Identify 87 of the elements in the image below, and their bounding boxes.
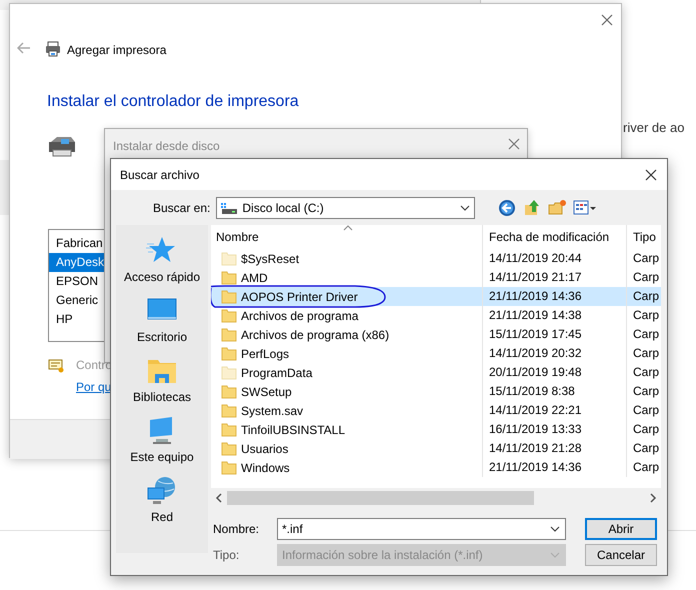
file-row[interactable]: $SysReset 14/11/2019 20:44 Carp [211, 249, 661, 268]
new-folder-button[interactable] [548, 199, 566, 217]
chevron-down-icon [550, 552, 560, 558]
close-button[interactable] [600, 13, 614, 27]
certificate-icon [48, 359, 64, 373]
table-cell: 20/11/2019 19:48 [482, 363, 626, 382]
back-button[interactable] [498, 199, 516, 217]
table-cell: Carp [626, 325, 661, 344]
table-cell-text: ProgramData [241, 364, 312, 382]
window-title: Instalar desde disco [113, 138, 220, 155]
table-cell: Carp [626, 249, 661, 268]
window-title: Agregar impresora [67, 42, 166, 59]
table-cell: 21/11/2019 14:36 [482, 458, 626, 477]
page-heading: Instalar el controlador de impresora [47, 92, 299, 112]
table-cell: Carp [626, 401, 661, 420]
table-cell: Carp [626, 458, 661, 477]
table-cell: 14/11/2019 20:32 [482, 344, 626, 363]
file-row[interactable]: SWSetup 15/11/2019 8:38 Carp [211, 382, 661, 401]
table-cell-text: System.sav [241, 402, 304, 420]
field-label: Nombre: [212, 521, 260, 538]
table-cell: Carp [626, 344, 661, 363]
table-cell: Carp [626, 420, 661, 439]
chevron-down-icon [550, 526, 560, 532]
table-cell: 14/11/2019 20:44 [482, 249, 626, 268]
file-row[interactable]: AOPOS Printer Driver 21/11/2019 14:36 Carp [211, 287, 661, 306]
file-row[interactable]: ProgramData 20/11/2019 19:48 Carp [211, 363, 661, 382]
dialog-button[interactable]: Abrir [585, 518, 657, 540]
up-folder-button[interactable] [523, 199, 542, 217]
list-item[interactable]: HP [49, 310, 107, 329]
dialog-button[interactable]: Cancelar [585, 544, 657, 566]
field-label: Buscar en: [153, 200, 210, 217]
table-cell-text: AMD [241, 270, 268, 286]
column-header: Fabrican [55, 235, 104, 252]
field-label: Tipo: [212, 547, 240, 564]
table-cell: 16/11/2019 13:33 [482, 420, 626, 439]
globe-icon [146, 475, 178, 505]
background-text: river de ao [623, 119, 684, 137]
table-cell-text: Archivos de programa (x86) [241, 326, 390, 344]
printer-icon [47, 134, 77, 158]
place-item[interactable]: Red [117, 475, 207, 535]
file-row[interactable]: Usuarios 14/11/2019 21:28 Carp [211, 439, 661, 458]
list-item[interactable]: AnyDesk [49, 253, 107, 272]
file-row[interactable]: Archivos de programa (x86) 15/11/2019 17:45 Carp [211, 325, 661, 344]
drive-icon [221, 202, 238, 214]
background-panel [0, 160, 9, 215]
table-cell: 21/11/2019 14:36 [482, 287, 626, 306]
file-row[interactable]: Windows 21/11/2019 14:36 Carp [211, 458, 661, 477]
dropdown-value: Disco local (C:) [242, 200, 325, 217]
file-row[interactable]: TinfoilUBSINSTALL 16/11/2019 13:33 Carp [211, 420, 661, 439]
filename-field[interactable]: *.inf [277, 518, 566, 540]
close-button[interactable] [645, 168, 657, 180]
table-cell: 15/11/2019 8:38 [482, 382, 626, 401]
printer-icon [45, 41, 61, 57]
table-cell: Carp [626, 382, 661, 401]
column-header[interactable]: Tipo [626, 225, 661, 249]
table-cell: Carp [626, 287, 661, 306]
list-item[interactable]: Generic [49, 291, 107, 310]
table-cell-text: Windows [241, 460, 290, 476]
column-header[interactable]: Nombre [211, 225, 482, 249]
table-cell-text: Archivos de programa [241, 308, 358, 324]
chevron-down-icon [460, 205, 470, 211]
table-cell-text: PerfLogs [241, 346, 290, 362]
place-item[interactable]: Bibliotecas [117, 355, 207, 415]
table-cell-text: $SysReset [241, 250, 300, 268]
table-cell-text: AOPOS Printer Driver [241, 288, 358, 306]
file-row[interactable]: System.sav 14/11/2019 22:21 Carp [211, 401, 661, 420]
list-item[interactable]: EPSON [49, 272, 107, 291]
table-cell-text: SWSetup [241, 384, 292, 400]
place-item[interactable]: Acceso rápido [117, 235, 207, 295]
table-cell: Carp [626, 439, 661, 458]
window-title: Buscar archivo [120, 166, 200, 184]
place-item[interactable]: Escritorio [117, 295, 207, 355]
file-row[interactable]: PerfLogs 14/11/2019 20:32 Carp [211, 344, 661, 363]
file-row[interactable]: Archivos de programa 21/11/2019 14:38 Carp [211, 306, 661, 325]
scrollbar-thumb[interactable] [227, 491, 534, 505]
table-cell: Carp [626, 363, 661, 382]
column-header[interactable]: Fecha de modificación [482, 225, 626, 249]
place-item[interactable]: Este equipo [117, 415, 207, 475]
table-cell-text: Usuarios [241, 440, 288, 458]
table-cell-text: TinfoilUBSINSTALL [241, 422, 346, 438]
table-cell: 14/11/2019 21:28 [482, 439, 626, 458]
table-cell: 21/11/2019 14:38 [482, 306, 626, 325]
table-cell: 15/11/2019 17:45 [482, 325, 626, 344]
location-dropdown[interactable]: Disco local (C:) [216, 197, 476, 219]
table-cell: Carp [626, 306, 661, 325]
table-cell: 14/11/2019 22:21 [482, 401, 626, 420]
view-menu-button[interactable] [573, 199, 598, 217]
